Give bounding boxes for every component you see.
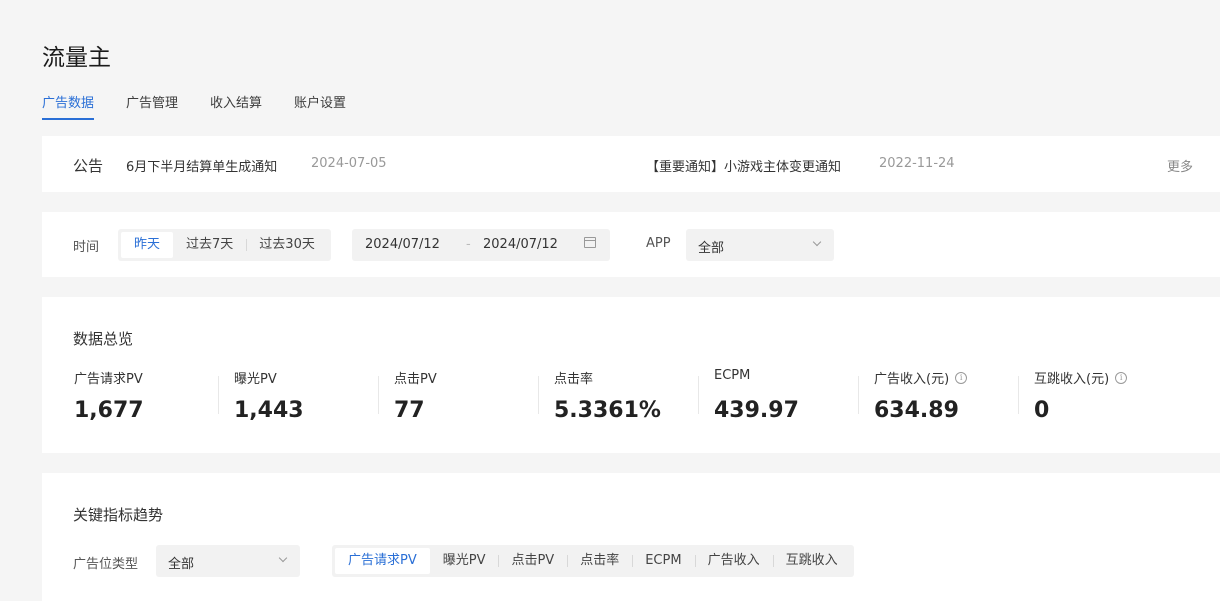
metric-impression-pv: 曝光PV 1,443 <box>218 368 394 428</box>
trend-option-impression-pv[interactable]: 曝光PV <box>430 548 499 574</box>
tab-ad-management[interactable]: 广告管理 <box>126 88 178 120</box>
divider <box>538 376 539 414</box>
trend-option-jump-income[interactable]: 互跳收入 <box>772 548 851 574</box>
notice-item-link[interactable]: 6月下半月结算单生成通知 <box>126 156 277 175</box>
metric-value: 77 <box>394 398 425 423</box>
trend-title: 关键指标趋势 <box>73 506 164 524</box>
metric-label: 广告收入(元) <box>874 372 950 387</box>
calendar-icon[interactable] <box>584 237 596 248</box>
metric-click-pv: 点击PV 77 <box>378 368 554 428</box>
notice-more-link[interactable]: 更多 <box>1167 156 1193 175</box>
date-separator: - <box>466 237 471 252</box>
divider <box>698 376 699 414</box>
notice-item-date: 2022-11-24 <box>879 156 955 171</box>
trend-option-ecpm[interactable]: ECPM <box>632 548 694 574</box>
start-date[interactable]: 2024/07/12 <box>365 237 440 252</box>
tab-account-settings[interactable]: 账户设置 <box>294 88 346 120</box>
metric-value: 1,677 <box>74 398 144 423</box>
metric-ad-income: 广告收入(元) i 634.89 <box>858 368 1034 428</box>
trend-metric-segmented: 广告请求PV 曝光PV 点击PV 点击率 ECPM 广告收入 互跳收入 <box>332 545 854 577</box>
divider <box>858 376 859 414</box>
date-range-picker[interactable]: 2024/07/12 - 2024/07/12 <box>352 229 610 261</box>
app-select[interactable]: 全部 <box>686 229 834 261</box>
metric-label: ECPM <box>714 368 751 383</box>
metric-label: 点击PV <box>394 372 437 387</box>
info-icon[interactable]: i <box>955 371 968 384</box>
metric-label: 互跳收入(元) <box>1034 372 1110 387</box>
filter-card: 时间 昨天 过去7天 过去30天 2024/07/12 - 2024/07/12… <box>42 212 1220 277</box>
tab-ad-data[interactable]: 广告数据 <box>42 88 95 120</box>
notice-item-link[interactable]: 【重要通知】小游戏主体变更通知 <box>646 156 841 175</box>
slot-type-label: 广告位类型 <box>73 557 139 572</box>
metric-label-row: 互跳收入(元) i <box>1034 368 1194 387</box>
time-option-yesterday[interactable]: 昨天 <box>121 232 174 258</box>
metric-label: 广告请求PV <box>74 372 143 387</box>
metric-label: 曝光PV <box>234 372 277 387</box>
chevron-down-icon <box>812 237 822 247</box>
divider <box>378 376 379 414</box>
end-date[interactable]: 2024/07/12 <box>483 237 558 252</box>
trend-option-click-pv[interactable]: 点击PV <box>498 548 567 574</box>
app-label: APP <box>646 236 671 251</box>
metric-value: 0 <box>1034 398 1050 423</box>
data-overview-card: 数据总览 广告请求PV 1,677 曝光PV 1,443 点击PV 77 点击率… <box>42 297 1220 453</box>
trend-option-ad-income[interactable]: 广告收入 <box>694 548 773 574</box>
metric-jump-income: 互跳收入(元) i 0 <box>1018 368 1194 428</box>
tab-income-settlement[interactable]: 收入结算 <box>210 88 262 120</box>
notice-label: 公告 <box>73 157 104 175</box>
metric-label-row: 广告收入(元) i <box>874 368 1034 387</box>
metric-ecpm: ECPM 439.97 <box>698 368 874 428</box>
metric-value: 439.97 <box>714 398 799 423</box>
trend-option-ad-request-pv[interactable]: 广告请求PV <box>335 548 430 574</box>
notice-card: 公告 6月下半月结算单生成通知 2024-07-05 【重要通知】小游戏主体变更… <box>42 136 1220 192</box>
metric-value: 634.89 <box>874 398 959 423</box>
chevron-down-icon <box>278 553 288 563</box>
metric-value: 5.3361% <box>554 398 661 423</box>
time-label: 时间 <box>73 240 100 255</box>
metric-value: 1,443 <box>234 398 304 423</box>
time-option-30days[interactable]: 过去30天 <box>246 232 328 258</box>
time-range-segmented: 昨天 过去7天 过去30天 <box>118 229 331 261</box>
overview-title: 数据总览 <box>73 330 134 348</box>
metric-ad-request-pv: 广告请求PV 1,677 <box>74 368 234 428</box>
info-icon[interactable]: i <box>1115 371 1128 384</box>
main-tabs: 广告数据 广告管理 收入结算 账户设置 <box>42 88 346 120</box>
notice-item-date: 2024-07-05 <box>311 156 387 171</box>
divider <box>1018 376 1019 414</box>
divider <box>218 376 219 414</box>
trend-option-ctr[interactable]: 点击率 <box>567 548 632 574</box>
page-title: 流量主 <box>42 45 111 71</box>
slot-type-value: 全部 <box>168 557 195 572</box>
metric-ctr: 点击率 5.3361% <box>538 368 714 428</box>
trend-card: 关键指标趋势 广告位类型 全部 广告请求PV 曝光PV 点击PV 点击率 ECP… <box>42 473 1220 601</box>
slot-type-select[interactable]: 全部 <box>156 545 300 577</box>
metric-label: 点击率 <box>554 372 594 387</box>
time-option-7days[interactable]: 过去7天 <box>173 232 246 258</box>
app-select-value: 全部 <box>698 241 725 256</box>
